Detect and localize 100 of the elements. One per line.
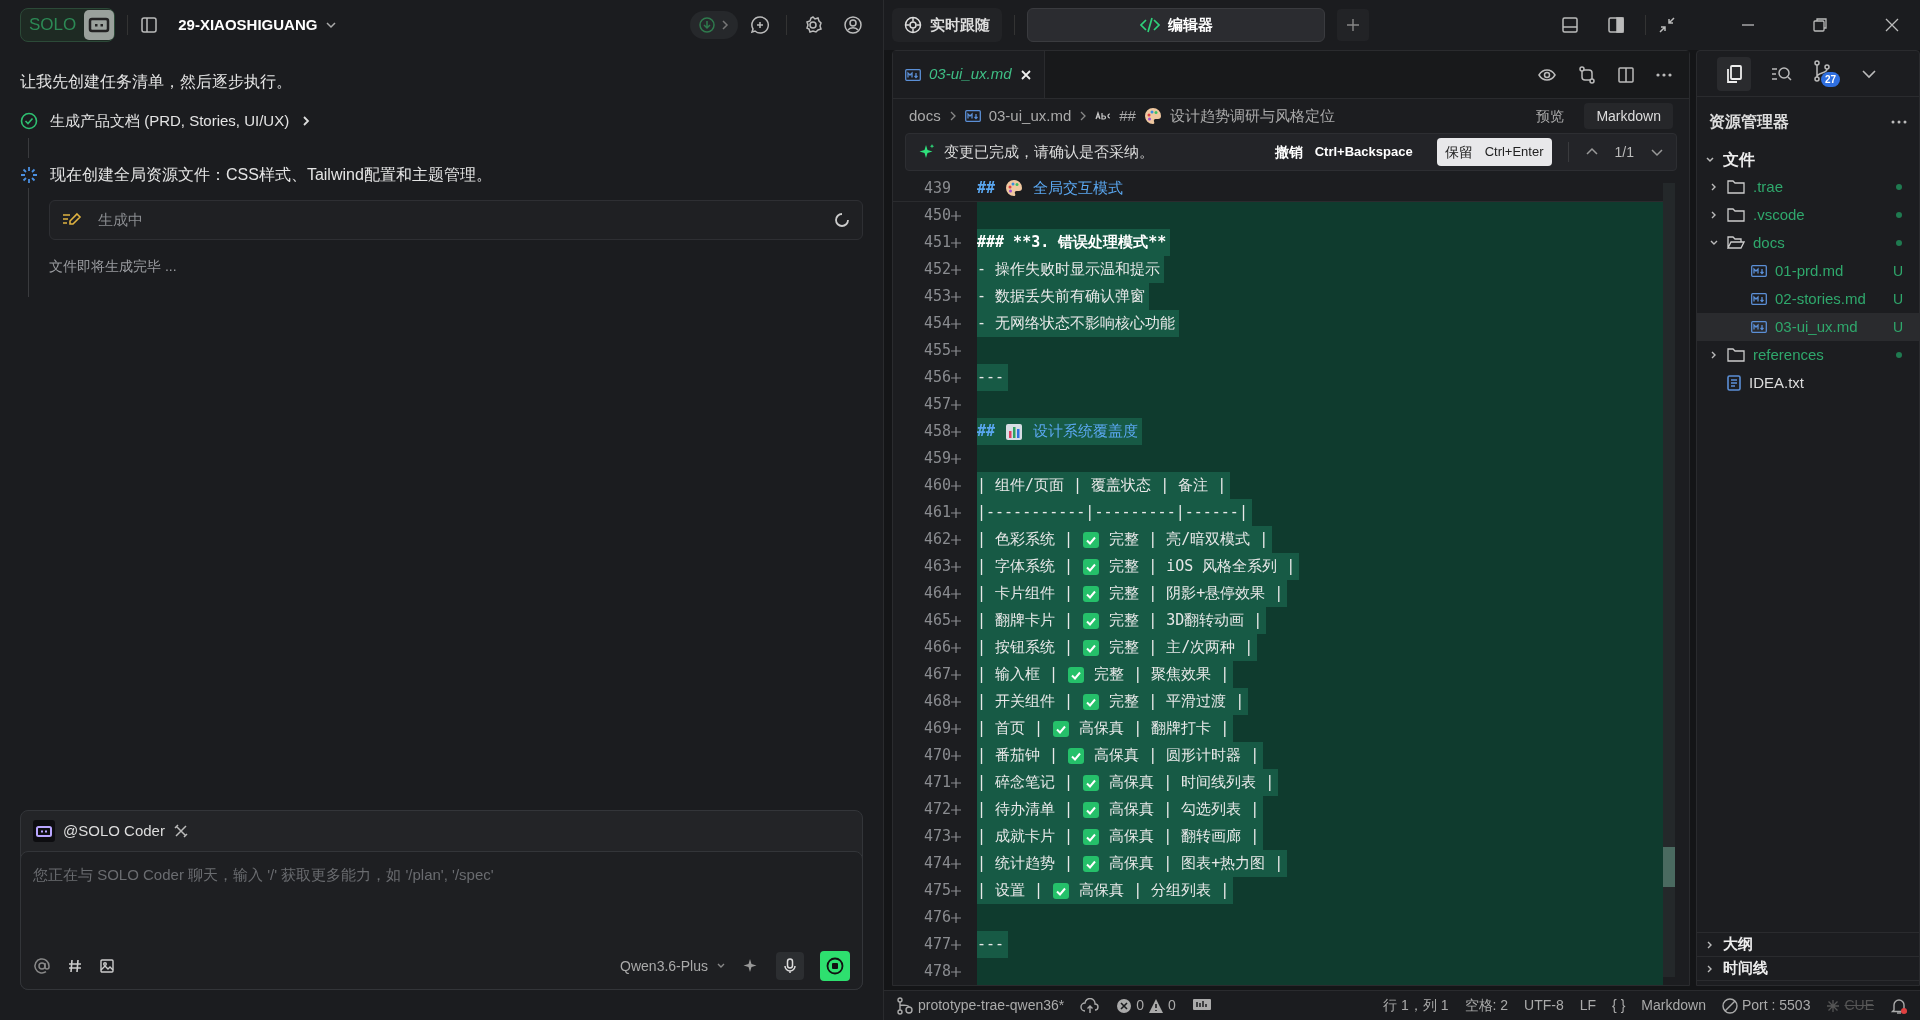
checkbox-icon	[1083, 828, 1100, 845]
tools-icon[interactable]	[172, 823, 189, 839]
breadcrumb-item[interactable]: 03-ui_ux.md	[988, 104, 1072, 128]
hash-icon[interactable]	[67, 958, 83, 974]
text-file-icon	[1727, 375, 1741, 391]
cloud-upload-icon[interactable]	[1080, 997, 1101, 1014]
line-number: 473	[923, 826, 951, 848]
file-tree-item[interactable]: .vscode	[1697, 201, 1919, 229]
view-tab[interactable]: 编辑器	[1027, 8, 1325, 42]
at-sign-icon[interactable]	[33, 957, 51, 975]
line-number: 450	[923, 205, 951, 227]
language-status[interactable]: { }	[1612, 995, 1626, 1016]
account-icon[interactable]	[843, 15, 863, 35]
split-editor-icon[interactable]	[1617, 65, 1635, 84]
editor-tab[interactable]: 03-ui_ux.md	[893, 51, 1045, 98]
line-number: 470	[923, 745, 951, 767]
file-tree-item[interactable]: 02-stories.md U	[1697, 285, 1919, 313]
new-chat-icon[interactable]	[750, 15, 770, 35]
indentation[interactable]: 空格: 2	[1464, 995, 1509, 1016]
language-mode[interactable]: Markdown	[1641, 995, 1706, 1016]
breadcrumb-item[interactable]: 设计趋势调研与风格定位	[1169, 104, 1335, 128]
line-number: 451	[923, 232, 951, 254]
project-selector[interactable]: 29-XIAOSHIGUANG	[178, 13, 338, 37]
bar-chart-icon	[1005, 422, 1024, 441]
model-selector[interactable]: Qwen3.6-Plus	[620, 955, 726, 977]
chevron-right-icon	[1079, 110, 1088, 122]
checkbox-icon	[1083, 693, 1100, 710]
keep-button[interactable]: 保留 Ctrl+Enter	[1436, 138, 1552, 166]
palette-icon	[1005, 179, 1024, 197]
collapse-icon[interactable]	[1658, 16, 1676, 34]
search-icon[interactable]	[1771, 64, 1793, 83]
banner-message: 变更已完成，请确认是否采纳。	[944, 141, 1154, 162]
agent-name: @SOLO Coder	[63, 820, 165, 841]
status-dot-icon	[1895, 239, 1903, 247]
microphone-button[interactable]	[776, 952, 804, 980]
chevron-down-icon	[325, 19, 338, 31]
explorer-tab[interactable]	[1717, 56, 1751, 91]
encoding[interactable]: UTF-8	[1524, 995, 1564, 1016]
problems-indicator[interactable]: 0 0	[1116, 995, 1176, 1016]
panel-header[interactable]: 时间线	[1697, 957, 1919, 981]
chevron-right-icon	[720, 20, 730, 30]
cursor-position[interactable]: 行 1，列 1	[1383, 995, 1449, 1016]
file-tree-item[interactable]: docs	[1697, 229, 1919, 257]
line-number: 458	[923, 421, 951, 443]
line-number: 439	[923, 177, 951, 199]
line-number: 464	[923, 583, 951, 605]
file-tree-item[interactable]: 01-prd.md U	[1697, 257, 1919, 285]
markdown-file-icon	[1751, 293, 1767, 305]
task-item: 现在创建全局资源文件：CSS样式、Tailwind配置和主题管理。	[50, 165, 492, 185]
task-item[interactable]: 生成产品文档 (PRD, Stories, UI/UX)	[50, 109, 312, 133]
settings-icon[interactable]	[803, 15, 823, 35]
stop-icon	[826, 957, 844, 975]
checkbox-icon	[1068, 666, 1085, 683]
undo-button[interactable]: 撤销 Ctrl+Backspace	[1274, 141, 1413, 163]
language-button[interactable]: Markdown	[1584, 103, 1673, 129]
image-icon[interactable]	[99, 958, 115, 974]
chat-input[interactable]: 您正在与 SOLO Coder 聊天，输入 '/' 获取更多能力，如 '/plan', '/spec' Qwen3.6-Plus	[20, 851, 863, 990]
download-icon	[698, 16, 716, 34]
more-icon[interactable]	[1891, 120, 1907, 124]
checkbox-icon	[1083, 585, 1100, 602]
section-title[interactable]: 文件	[1723, 148, 1755, 172]
file-tree-item[interactable]: references	[1697, 341, 1919, 369]
branch-indicator[interactable]: prototype-trae-qwen36*	[896, 995, 1065, 1016]
panel-right-icon[interactable]	[1607, 16, 1625, 34]
view-tab[interactable]: 实时跟随	[892, 8, 1002, 42]
line-number: 454	[923, 313, 951, 335]
port-indicator[interactable]: Port : 5503	[1721, 995, 1811, 1016]
code-icon	[1139, 17, 1160, 33]
chevron-down-icon[interactable]	[1705, 155, 1715, 165]
line-number: 459	[923, 448, 951, 470]
download-status-button[interactable]	[690, 11, 738, 39]
restore-icon[interactable]	[1812, 17, 1828, 33]
file-tree-item[interactable]: 03-ui_ux.md U	[1697, 313, 1919, 341]
scrollbar[interactable]	[1663, 183, 1675, 977]
panel-title: 资源管理器	[1709, 112, 1789, 132]
compare-changes-icon[interactable]	[1577, 64, 1597, 85]
more-icon[interactable]	[1655, 71, 1673, 78]
markdown-file-icon	[1751, 321, 1767, 333]
status-text: 生成中	[98, 209, 144, 230]
line-ending[interactable]: LF	[1579, 995, 1597, 1016]
add-tab-button[interactable]	[1337, 9, 1369, 41]
sidebar-toggle-icon[interactable]	[140, 16, 159, 34]
panel-bottom-icon[interactable]	[1561, 16, 1579, 34]
checkbox-icon	[1083, 801, 1100, 818]
symbol-icon	[1095, 111, 1112, 121]
change-counter: 1/1	[1614, 142, 1634, 162]
stop-button[interactable]	[820, 951, 850, 981]
file-tree-item[interactable]: IDEA.txt	[1697, 369, 1919, 397]
git-status: U	[1892, 261, 1903, 281]
breadcrumb-item[interactable]: ##	[1119, 104, 1136, 128]
close-icon[interactable]	[1884, 17, 1900, 33]
preview-button[interactable]: 预览	[1536, 105, 1565, 127]
line-number: 476	[923, 907, 951, 929]
file-tree-item[interactable]: .trae	[1697, 173, 1919, 201]
notification-bell-icon[interactable]	[1890, 996, 1908, 1015]
folder-icon	[1727, 208, 1745, 222]
status-dot-icon	[1895, 183, 1903, 191]
line-number: 478	[923, 961, 951, 983]
breadcrumb-item[interactable]: docs	[909, 104, 941, 128]
panel-header[interactable]: 大纲	[1697, 933, 1919, 957]
